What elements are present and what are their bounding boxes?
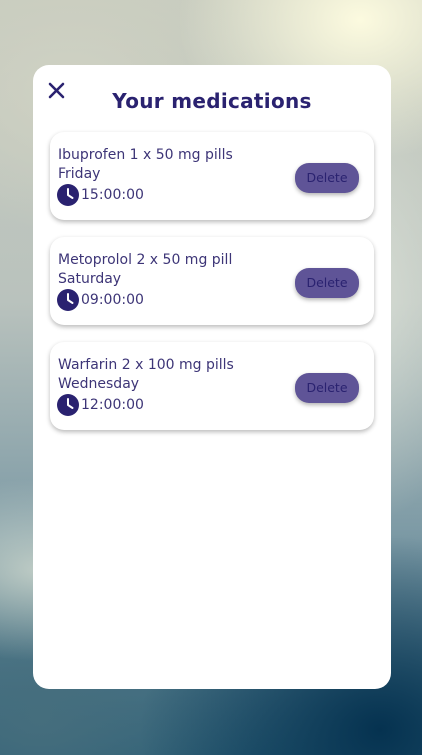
delete-button[interactable]: Delete — [295, 268, 359, 298]
delete-button[interactable]: Delete — [295, 163, 359, 193]
medication-day: Wednesday — [58, 376, 140, 392]
clock-icon — [57, 394, 79, 416]
medication-name: Ibuprofen 1 x 50 mg pills — [58, 147, 233, 163]
medication-time-row: 09:00:00 — [57, 289, 144, 311]
medication-name: Metoprolol 2 x 50 mg pill — [58, 252, 233, 268]
clock-icon — [57, 289, 79, 311]
medication-card: Ibuprofen 1 x 50 mg pills Friday 15:00:0… — [50, 132, 374, 220]
clock-icon — [57, 184, 79, 206]
medication-time: 12:00:00 — [81, 397, 144, 413]
medication-card: Warfarin 2 x 100 mg pills Wednesday 12:0… — [50, 342, 374, 430]
medications-modal: Your medications Ibuprofen 1 x 50 mg pil… — [33, 65, 391, 689]
medication-time-row: 15:00:00 — [57, 184, 144, 206]
medication-day: Friday — [58, 166, 101, 182]
medication-time: 09:00:00 — [81, 292, 144, 308]
medication-card: Metoprolol 2 x 50 mg pill Saturday 09:00… — [50, 237, 374, 325]
delete-button[interactable]: Delete — [295, 373, 359, 403]
medication-day: Saturday — [58, 271, 122, 287]
page-title: Your medications — [112, 89, 312, 113]
medication-time: 15:00:00 — [81, 187, 144, 203]
medication-time-row: 12:00:00 — [57, 394, 144, 416]
medication-name: Warfarin 2 x 100 mg pills — [58, 357, 234, 373]
